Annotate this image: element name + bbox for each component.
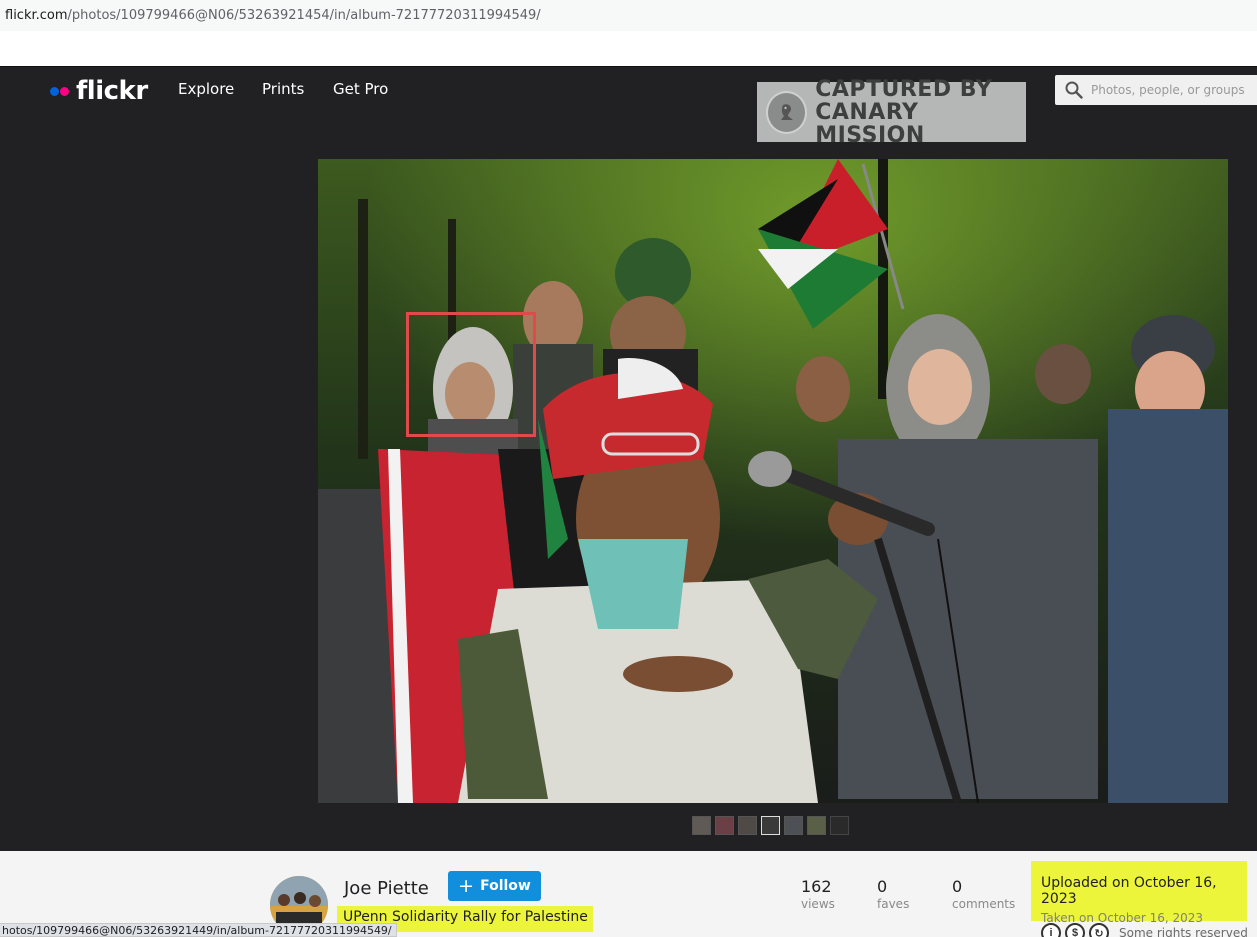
follow-label: Follow [480,878,531,894]
thumbnail[interactable] [784,816,803,835]
search-box[interactable] [1055,75,1257,105]
comments-count: 0 [952,877,963,896]
watermark-overlay: CAPTURED BY CANARY MISSION [757,78,1026,147]
url-path: /photos/109799466@N06/53263921454/in/alb… [67,8,541,23]
status-bar-url: hotos/109799466@N06/53263921449/in/album… [0,923,397,937]
comments-label: comments [952,897,1016,911]
plus-icon: + [458,874,475,897]
logo-text: flickr [76,76,148,106]
cc-attribution-icon: i [1041,923,1061,937]
cc-noncommercial-icon: $ [1065,923,1085,937]
watermark-line2: CANARY MISSION [815,99,925,148]
search-icon[interactable] [1065,81,1083,99]
face-highlight-box [406,312,536,437]
thumbnail[interactable] [692,816,711,835]
canary-seal-icon [766,90,808,134]
license-info[interactable]: i $ ↻ Some rights reserved [1041,923,1248,937]
address-bar[interactable]: flickr.com/photos/109799466@N06/53263921… [0,0,1257,31]
logo-pink-dot-icon [60,86,69,96]
page: flickr.com/photos/109799466@N06/53263921… [0,0,1257,937]
stat-comments: 0 comments [952,877,1015,911]
date-info: Uploaded on October 16, 2023 Taken on Oc… [1031,861,1247,925]
nav-explore[interactable]: Explore [178,80,234,98]
views-label: views [801,897,835,911]
thumbnail[interactable] [738,816,757,835]
flickr-header: flickr Explore Prints Get Pro [0,66,1257,113]
search-input[interactable] [1091,83,1251,97]
uploaded-date: Uploaded on October 16, 2023 [1041,875,1217,907]
watermark-text: CAPTURED BY CANARY MISSION [815,78,1026,147]
cc-sharealike-icon: ↻ [1089,923,1109,937]
thumbnail-current[interactable] [761,816,780,835]
main-photo[interactable] [318,159,1228,803]
watermark-line1: CAPTURED BY [815,76,993,102]
thumbnail[interactable] [830,816,849,835]
nav-prints[interactable]: Prints [262,80,304,98]
thumbnail[interactable] [807,816,826,835]
photo-stage [0,113,1257,851]
stat-faves: 0 faves [877,877,909,911]
views-count: 162 [801,877,832,896]
thumbnail[interactable] [715,816,734,835]
follow-button[interactable]: + Follow [448,871,541,901]
nav-get-pro[interactable]: Get Pro [333,80,388,98]
thumbnail-strip [692,816,849,835]
url-domain: flickr.com [5,8,68,23]
logo-blue-dot-icon [50,86,59,96]
license-text[interactable]: Some rights reserved [1119,926,1248,937]
author-name[interactable]: Joe Piette [344,878,429,899]
stat-views: 162 views [801,877,835,911]
faves-label: faves [877,897,910,911]
flickr-logo[interactable]: flickr [50,76,148,106]
faves-count: 0 [877,877,888,896]
toolbar-gap [0,31,1257,66]
